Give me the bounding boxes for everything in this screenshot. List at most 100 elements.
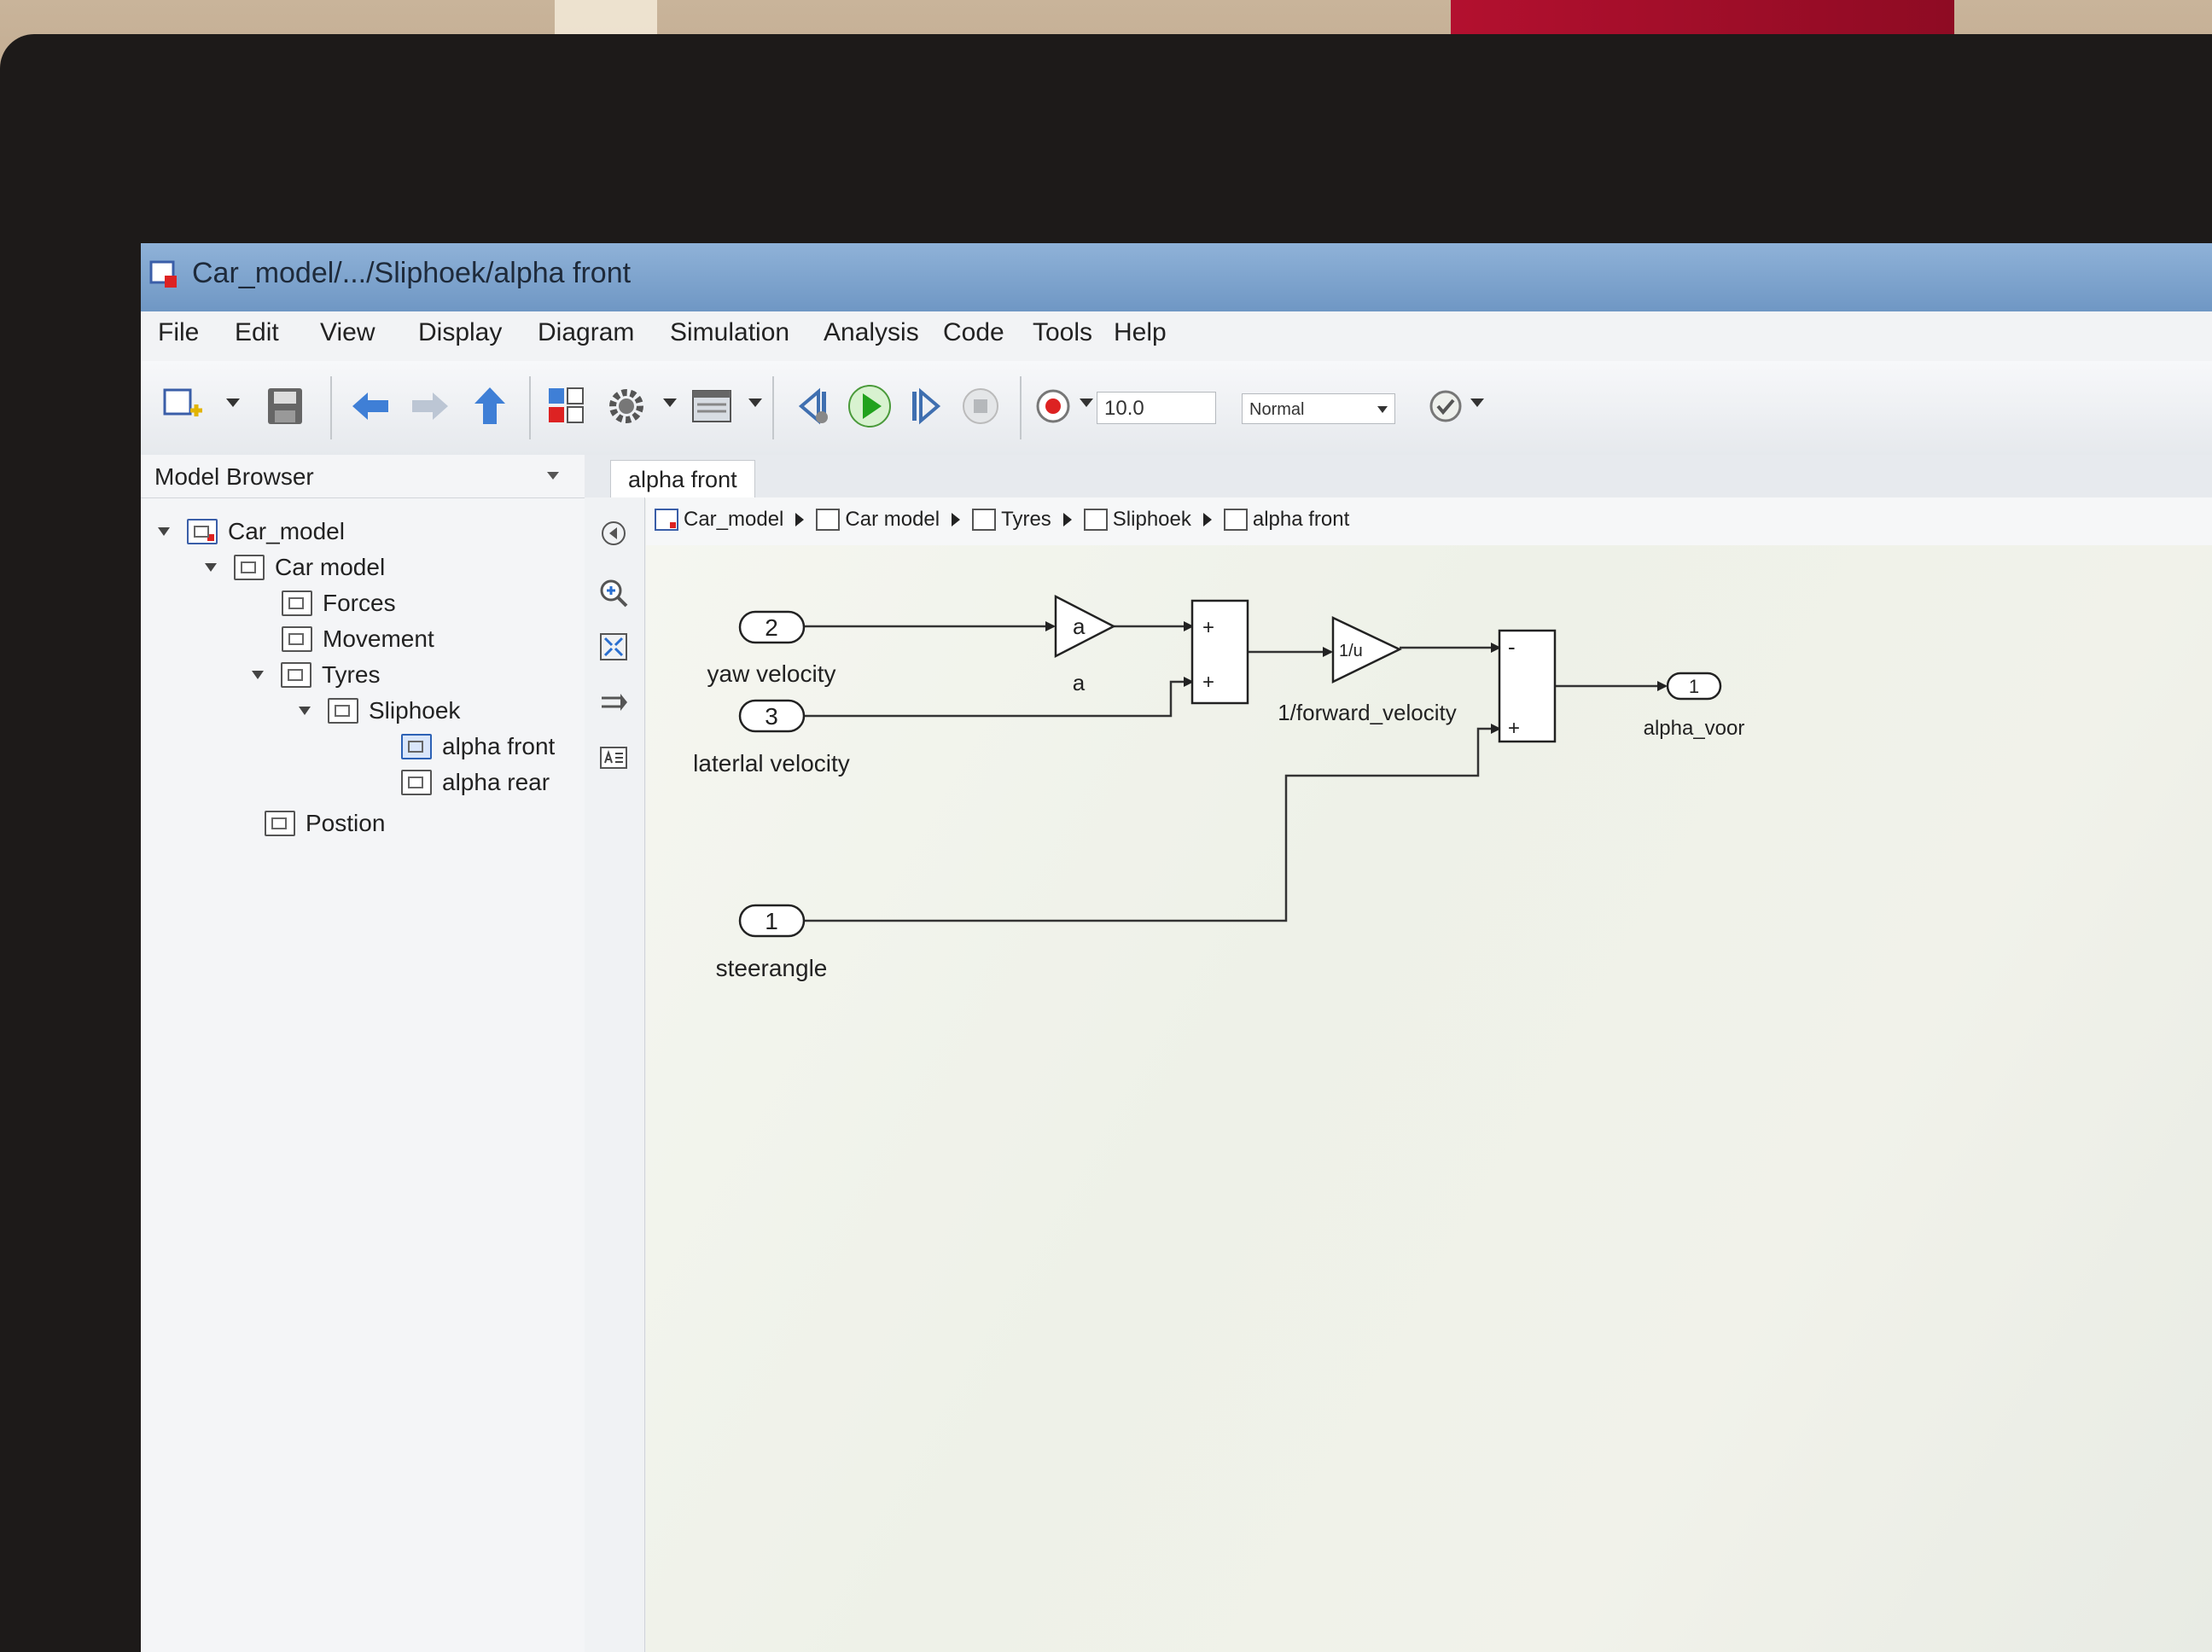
inport-label: steerangle [716,955,828,981]
menu-tools[interactable]: Tools [1033,318,1092,347]
tree-item-alpha-front[interactable]: alpha front [401,730,555,764]
arrow-icon [602,694,627,711]
menu-code[interactable]: Code [943,318,1004,347]
stop-time-field[interactable]: 10.0 [1097,392,1216,424]
simulation-mode-select[interactable]: Normal [1242,393,1395,424]
breadcrumb-alpha-front[interactable]: alpha front [1253,508,1349,532]
library-browser-button[interactable] [542,381,591,431]
subsystem-icon [1223,509,1248,531]
expand-toggle-icon[interactable] [299,707,311,715]
sum-sign: + [1202,616,1214,639]
breadcrumb-separator-icon [795,513,805,526]
run-button[interactable] [845,381,894,431]
menu-display[interactable]: Display [418,318,502,347]
fit-to-view-button[interactable] [597,630,631,664]
model-explorer-button[interactable] [687,381,736,431]
inport-lateral-velocity[interactable]: 3 laterlal velocity [693,699,850,777]
subsystem-icon [816,509,841,531]
step-forward-button[interactable] [900,381,950,431]
sum-block-2[interactable]: - + [1498,629,1557,743]
tree-item-sliphoek[interactable]: Sliphoek [299,694,460,728]
sum-block-1[interactable]: + + [1190,599,1249,705]
tree-item-car-model-root[interactable]: Car_model [158,515,345,549]
save-button[interactable] [260,381,310,431]
tree-item-label: Car model [275,554,386,580]
divide-block[interactable]: 1/u 1/forward_velocity [1278,616,1457,725]
inport-yaw-velocity[interactable]: 2 yaw velocity [707,610,836,687]
annotation-button[interactable] [597,741,631,775]
panel-menu-icon[interactable] [547,472,559,480]
subsystem-icon [972,509,997,531]
sum-sign: - [1508,634,1516,660]
subsystem-icon [401,734,432,759]
model-explorer-dropdown[interactable] [748,398,762,407]
sum-sign: + [1202,671,1214,694]
subsystem-icon [401,770,432,795]
tree-item-alpha-rear[interactable]: alpha rear [401,765,550,800]
step-back-icon [798,387,828,425]
new-model-button[interactable] [158,381,207,431]
hide-browser-button[interactable] [597,516,631,550]
toolbar-separator [772,376,774,439]
expand-toggle-icon[interactable] [158,527,170,536]
inport-number: 1 [765,908,778,934]
simulink-window: Car_model/.../Sliphoek/alpha front File … [141,243,2212,1652]
subsystem-icon [234,555,265,580]
zoom-button[interactable] [597,576,631,610]
tree-item-car-model[interactable]: Car model [205,550,385,585]
model-browser-title: Model Browser [154,463,314,490]
diagram-canvas[interactable]: 2 yaw velocity 3 laterlal velocity 1 ste… [646,545,2212,1652]
expand-toggle-icon[interactable] [252,671,264,679]
tab-alpha-front[interactable]: alpha front [610,460,755,498]
toolbar: 10.0 Normal [141,361,2212,456]
menu-simulation[interactable]: Simulation [670,318,789,347]
tree-item-label: Forces [323,590,396,616]
subsystem-icon [282,626,312,652]
model-browser-header: Model Browser [141,455,585,498]
tree-item-forces[interactable]: Forces [282,586,396,620]
model-advisor-button[interactable] [1421,381,1470,431]
outport-label: alpha_voor [1644,717,1745,740]
divide-label: 1/forward_velocity [1278,700,1457,725]
menu-edit[interactable]: Edit [235,318,279,347]
model-config-dropdown[interactable] [663,398,677,407]
stop-icon [963,388,998,424]
outport-alpha-voor[interactable]: 1 alpha_voor [1644,672,1745,740]
expand-toggle-icon[interactable] [205,563,217,572]
tree-item-movement[interactable]: Movement [282,622,434,656]
step-back-button[interactable] [789,381,839,431]
menu-view[interactable]: View [320,318,375,347]
breadcrumb-car-model-root[interactable]: Car_model [684,508,783,532]
inport-steerangle[interactable]: 1 steerangle [716,904,828,981]
menu-file[interactable]: File [158,318,199,347]
menu-analysis[interactable]: Analysis [824,318,919,347]
back-button[interactable] [346,381,395,431]
toolbar-separator [1020,376,1022,439]
signal-line [804,677,1194,718]
model-config-button[interactable] [602,381,651,431]
forward-icon [412,393,448,420]
record-dropdown[interactable] [1080,398,1093,407]
model-advisor-dropdown[interactable] [1470,398,1484,407]
new-model-dropdown[interactable] [226,398,240,407]
up-button[interactable] [465,381,515,431]
signal-arrow-button[interactable] [597,685,631,719]
breadcrumb-tyres[interactable]: Tyres [1001,508,1051,532]
stop-button[interactable] [956,381,1005,431]
tree-item-label: alpha front [442,733,556,759]
breadcrumb-separator-icon [1202,513,1212,526]
gain-block[interactable]: a a [1054,594,1116,695]
toolbar-separator [330,376,332,439]
tree-item-tyres[interactable]: Tyres [252,658,380,692]
menu-diagram[interactable]: Diagram [538,318,634,347]
record-button[interactable] [1028,381,1078,431]
subsystem-icon [265,811,295,836]
inport-number: 3 [765,703,778,730]
breadcrumb-sliphoek[interactable]: Sliphoek [1113,508,1191,532]
tree-item-label: Car_model [228,518,345,544]
breadcrumb-car-model[interactable]: Car model [845,508,940,532]
tree-item-label: Tyres [322,661,381,688]
menu-help[interactable]: Help [1114,318,1167,347]
forward-button[interactable] [405,381,455,431]
tree-item-postion[interactable]: Postion [265,806,385,841]
